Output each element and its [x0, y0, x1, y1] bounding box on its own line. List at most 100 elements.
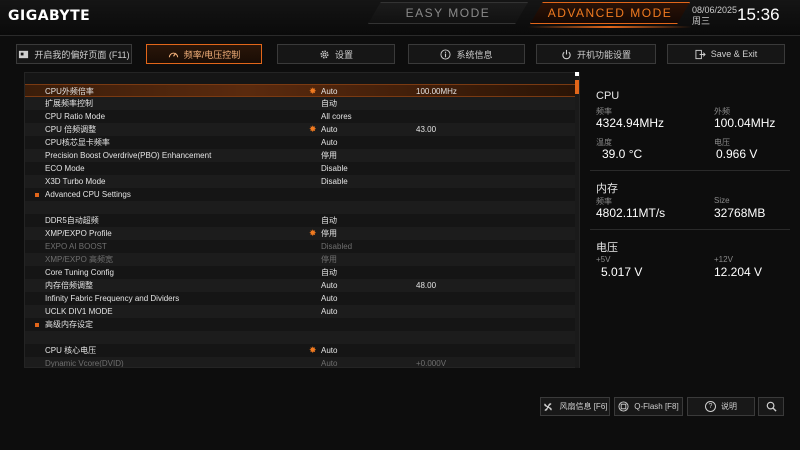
- help-icon: ?: [705, 401, 716, 412]
- help-button[interactable]: ? 说明: [687, 397, 755, 416]
- submenu-row[interactable]: 高级内存设定: [25, 318, 577, 331]
- mem-size-label: Size: [714, 196, 730, 205]
- divider: [590, 229, 790, 230]
- submenu-row[interactable]: Advanced CPU Settings: [25, 188, 577, 201]
- setting-label: Core Tuning Config: [45, 268, 114, 277]
- tab-label: 系统信息: [456, 49, 493, 60]
- setting-row: EXPO AI BOOST Disabled: [25, 240, 577, 253]
- power-icon: [562, 49, 571, 59]
- tab-frequency-voltage[interactable]: 频率/电压控制: [146, 44, 262, 64]
- setting-row[interactable]: 扩展频率控制 自动: [25, 97, 577, 110]
- scrollbar-track[interactable]: [575, 72, 579, 368]
- setting-row: XMP/EXPO 高频宽 停用: [25, 253, 577, 266]
- tab-label: 开启我的偏好页面 (F11): [34, 49, 130, 60]
- date-display: 08/06/2025 周三: [692, 5, 737, 27]
- spacer-row: [25, 331, 577, 344]
- tab-system-info[interactable]: 系统信息: [408, 44, 525, 64]
- setting-value: 停用: [321, 229, 337, 238]
- setting-value: 自动: [321, 99, 337, 108]
- setting-row[interactable]: DDR5自动超频 自动: [25, 214, 577, 227]
- tab-settings[interactable]: 设置: [277, 44, 395, 64]
- cpu-volt-value: 0.966 V: [716, 147, 758, 161]
- setting-row[interactable]: ECO Mode Disable: [25, 162, 577, 175]
- easy-mode-button[interactable]: EASY MODE: [368, 2, 528, 24]
- setting-value: Auto: [321, 125, 338, 134]
- setting-label: DDR5自动超频: [45, 216, 99, 225]
- setting-row[interactable]: Infinity Fabric Frequency and Dividers Au…: [25, 292, 577, 305]
- setting-current-value: +0.000V: [416, 359, 447, 368]
- setting-value: 自动: [321, 268, 337, 277]
- gauge-icon: [168, 52, 178, 57]
- mem-size-value: 32768MB: [714, 206, 766, 220]
- fan-info-button[interactable]: 风扇信息 [F6]: [540, 397, 610, 416]
- setting-label: Dynamic Vcore(DVID): [45, 359, 124, 368]
- clock: 15:36: [737, 5, 780, 24]
- gear-icon: [320, 49, 329, 59]
- weekday-text: 周三: [692, 16, 711, 26]
- setting-value: Auto: [321, 281, 338, 290]
- submenu-bullet-icon: [35, 193, 39, 197]
- setting-row[interactable]: XMP/EXPO Profile ✸ 停用: [25, 227, 577, 240]
- setting-row[interactable]: CPU核芯显卡频率 Auto: [25, 136, 577, 149]
- setting-row[interactable]: CPU Ratio Mode All cores: [25, 110, 577, 123]
- setting-row[interactable]: CPU 核心电压 ✸ Auto: [25, 344, 577, 357]
- top-header: GIGABYTE EASY MODE ADVANCED MODE 08/06/2…: [0, 0, 800, 36]
- setting-value: Disable: [321, 177, 348, 186]
- tab-label: 频率/电压控制: [183, 49, 241, 60]
- setting-label: X3D Turbo Mode: [45, 177, 106, 186]
- tab-label: 开机功能设置: [576, 49, 631, 60]
- v12-label: +12V: [714, 255, 733, 264]
- setting-value: 停用: [321, 151, 337, 160]
- setting-row[interactable]: CPU 倍频调整 ✸ Auto 43.00: [25, 123, 577, 136]
- tab-boot[interactable]: 开机功能设置: [536, 44, 656, 64]
- brand-logo: GIGABYTE: [8, 8, 91, 24]
- tab-save-exit[interactable]: Save & Exit: [667, 44, 785, 64]
- mode-underline: [528, 26, 692, 28]
- exit-icon: [695, 49, 706, 59]
- divider: [590, 170, 790, 171]
- scrollbar-top-marker: [575, 72, 579, 76]
- setting-value: Disable: [321, 164, 348, 173]
- setting-value: Auto: [321, 307, 338, 316]
- tab-label: 设置: [334, 49, 353, 60]
- setting-row[interactable]: UCLK DIV1 MODE Auto: [25, 305, 577, 318]
- setting-value: 停用: [321, 255, 337, 264]
- setting-label: EXPO AI BOOST: [45, 242, 107, 251]
- help-label: 说明: [721, 402, 737, 411]
- tab-favorites[interactable]: 开启我的偏好页面 (F11): [16, 44, 132, 64]
- tab-bar: 开启我的偏好页面 (F11) 频率/电压控制 设置 系统信息 开机功能设置 Sa…: [16, 44, 786, 64]
- v5-value: 5.017 V: [601, 265, 643, 279]
- mem-freq-value: 4802.11MT/s: [596, 206, 666, 220]
- setting-label: 扩展频率控制: [45, 99, 93, 108]
- setting-label: 内存倍频调整: [45, 281, 93, 290]
- setting-current-value: 48.00: [416, 281, 437, 290]
- search-button[interactable]: [758, 397, 784, 416]
- setting-label: Infinity Fabric Frequency and Dividers: [45, 294, 180, 303]
- v5-label: +5V: [596, 255, 611, 264]
- setting-value: All cores: [321, 112, 352, 121]
- setting-row[interactable]: CPU外频倍率 ✸ Auto 100.00MHz: [25, 84, 577, 97]
- setting-label: ECO Mode: [45, 164, 85, 173]
- qflash-button[interactable]: Q-Flash [F8]: [614, 397, 683, 416]
- modified-star-icon: ✸: [309, 124, 317, 134]
- advanced-mode-button[interactable]: ADVANCED MODE: [530, 2, 690, 24]
- setting-label: CPU 核心电压: [45, 346, 97, 355]
- setting-row[interactable]: 内存倍频调整 Auto 48.00: [25, 279, 577, 292]
- setting-row[interactable]: X3D Turbo Mode Disable: [25, 175, 577, 188]
- setting-label: UCLK DIV1 MODE: [45, 307, 113, 316]
- tab-label: Save & Exit: [710, 49, 758, 59]
- setting-value: 自动: [321, 216, 337, 225]
- scrollbar-thumb[interactable]: [575, 80, 579, 94]
- setting-label: XMP/EXPO 高频宽: [45, 255, 114, 264]
- setting-row[interactable]: Precision Boost Overdrive(PBO) Enhanceme…: [25, 149, 577, 162]
- modified-star-icon: ✸: [309, 228, 317, 238]
- settings-list: CPU外频倍率 ✸ Auto 100.00MHz 扩展频率控制 自动 CPU Ratio M…: [24, 72, 580, 368]
- setting-label: XMP/EXPO Profile: [45, 229, 112, 238]
- setting-value: Auto: [321, 359, 338, 368]
- modified-star-icon: ✸: [309, 345, 317, 355]
- setting-label: 高级内存设定: [45, 320, 93, 329]
- setting-label: CPU 倍频调整: [45, 125, 97, 134]
- setting-row[interactable]: Core Tuning Config 自动: [25, 266, 577, 279]
- bookmark-icon: [19, 50, 29, 58]
- setting-label: Precision Boost Overdrive(PBO) Enhanceme…: [45, 151, 212, 160]
